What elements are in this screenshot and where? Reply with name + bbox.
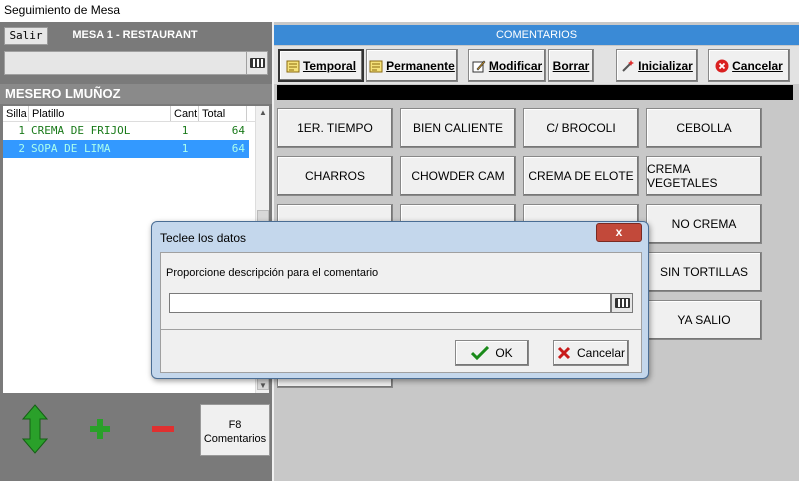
move-updown-button[interactable] <box>15 404 55 454</box>
comment-button[interactable]: CHARROS <box>277 156 393 196</box>
checkmark-icon <box>471 346 490 360</box>
col-total: Total <box>199 106 247 121</box>
search-input[interactable] <box>4 51 250 75</box>
remove-button[interactable] <box>143 404 183 454</box>
dialog-prompt: Proporcione descripción para el comentar… <box>166 267 379 279</box>
add-button[interactable] <box>80 404 120 454</box>
dialog-cancel-label: Cancelar <box>576 346 626 360</box>
minus-icon <box>152 426 174 432</box>
cell-platillo: CREMA DE FRIJOL <box>31 124 131 137</box>
comment-description-input[interactable] <box>169 293 611 313</box>
cell-silla: 2 <box>18 142 25 155</box>
comment-button[interactable]: C/ BROCOLI <box>523 108 639 148</box>
wand-icon <box>621 59 635 73</box>
comment-button[interactable]: CREMA DE ELOTE <box>523 156 639 196</box>
salir-button[interactable]: Salir <box>4 27 48 45</box>
mesero-label: MESERO LMUÑOZ <box>0 84 272 104</box>
mesa-title: MESA 1 - RESTAURANT <box>72 29 198 41</box>
modificar-button[interactable]: Modificar <box>468 49 546 82</box>
cancel-icon <box>715 59 729 73</box>
col-cant: Cant <box>171 106 199 121</box>
comment-display <box>277 85 793 100</box>
permanente-label: Permanente <box>386 58 455 73</box>
note-icon <box>286 59 300 73</box>
cell-total: 64 <box>231 142 245 155</box>
comentarios-toolbar: Temporal Permanente Modificar Borrar Ini… <box>274 46 799 84</box>
modificar-label: Modificar <box>488 58 543 73</box>
permanente-button[interactable]: Permanente <box>366 49 458 82</box>
temporal-label: Temporal <box>302 58 357 73</box>
comment-button[interactable]: BIEN CALIENTE <box>400 108 516 148</box>
comment-button[interactable]: CREMA VEGETALES <box>646 156 762 196</box>
ok-button[interactable]: OK <box>455 340 529 366</box>
comment-button[interactable]: SIN TORTILLAS <box>646 252 762 292</box>
keyboard-icon <box>614 298 630 308</box>
dialog-body: Proporcione descripción para el comentar… <box>160 252 642 373</box>
scroll-up-icon[interactable]: ▲ <box>256 106 270 120</box>
col-silla: Silla <box>3 106 29 121</box>
dialog-cancel-button[interactable]: Cancelar <box>553 340 629 366</box>
edit-icon <box>472 59 486 73</box>
scroll-down-icon[interactable]: ▼ <box>256 379 270 393</box>
cell-silla: 1 <box>18 124 25 137</box>
dialog-title: Teclee los datos <box>160 231 247 245</box>
table-header: Silla Platillo Cant Total <box>3 106 268 122</box>
comment-button[interactable]: 1ER. TIEMPO <box>277 108 393 148</box>
ok-label: OK <box>495 346 513 360</box>
x-icon <box>557 346 571 360</box>
cell-cant: 1 <box>181 142 189 155</box>
note-icon <box>369 59 383 73</box>
comment-button[interactable]: CHOWDER CAM <box>400 156 516 196</box>
comment-button[interactable]: NO CREMA <box>646 204 762 244</box>
cell-total: 64 <box>231 124 245 137</box>
f8-comentarios-button[interactable]: F8 Comentarios <box>200 404 270 456</box>
inicializar-label: Inicializar <box>638 58 693 73</box>
temporal-button[interactable]: Temporal <box>278 49 364 82</box>
inicializar-button[interactable]: Inicializar <box>616 49 698 82</box>
cell-platillo: SOPA DE LIMA <box>31 142 111 155</box>
f8-action-label: Comentarios <box>203 433 267 445</box>
cancelar-label: Cancelar <box>732 58 783 73</box>
dialog-separator <box>161 329 641 330</box>
table-row-selected[interactable]: 2 SOPA DE LIMA 1 64 <box>3 140 249 158</box>
borrar-label: Borrar <box>552 58 590 73</box>
col-platillo: Platillo <box>29 106 171 121</box>
keyboard-icon <box>249 58 265 68</box>
cancelar-button[interactable]: Cancelar <box>708 49 790 82</box>
plus-icon <box>90 419 110 439</box>
borrar-button[interactable]: Borrar <box>548 49 594 82</box>
dialog-close-button[interactable]: x <box>596 223 642 242</box>
input-dialog: Teclee los datos x Proporcione descripci… <box>151 221 649 379</box>
cell-cant: 1 <box>181 124 189 137</box>
keyboard-button[interactable] <box>246 51 268 75</box>
updown-arrow-icon <box>22 404 48 454</box>
comment-button[interactable]: CEBOLLA <box>646 108 762 148</box>
bottom-toolbar: F8 Comentarios <box>3 402 271 481</box>
window-title: Seguimiento de Mesa <box>0 0 799 22</box>
table-row[interactable]: 1 CREMA DE FRIJOL 1 64 <box>3 122 249 140</box>
comment-button[interactable]: YA SALIO <box>646 300 762 340</box>
dialog-keyboard-button[interactable] <box>611 293 633 313</box>
comentarios-title: COMENTARIOS <box>274 25 799 45</box>
f8-key-label: F8 <box>228 419 242 431</box>
